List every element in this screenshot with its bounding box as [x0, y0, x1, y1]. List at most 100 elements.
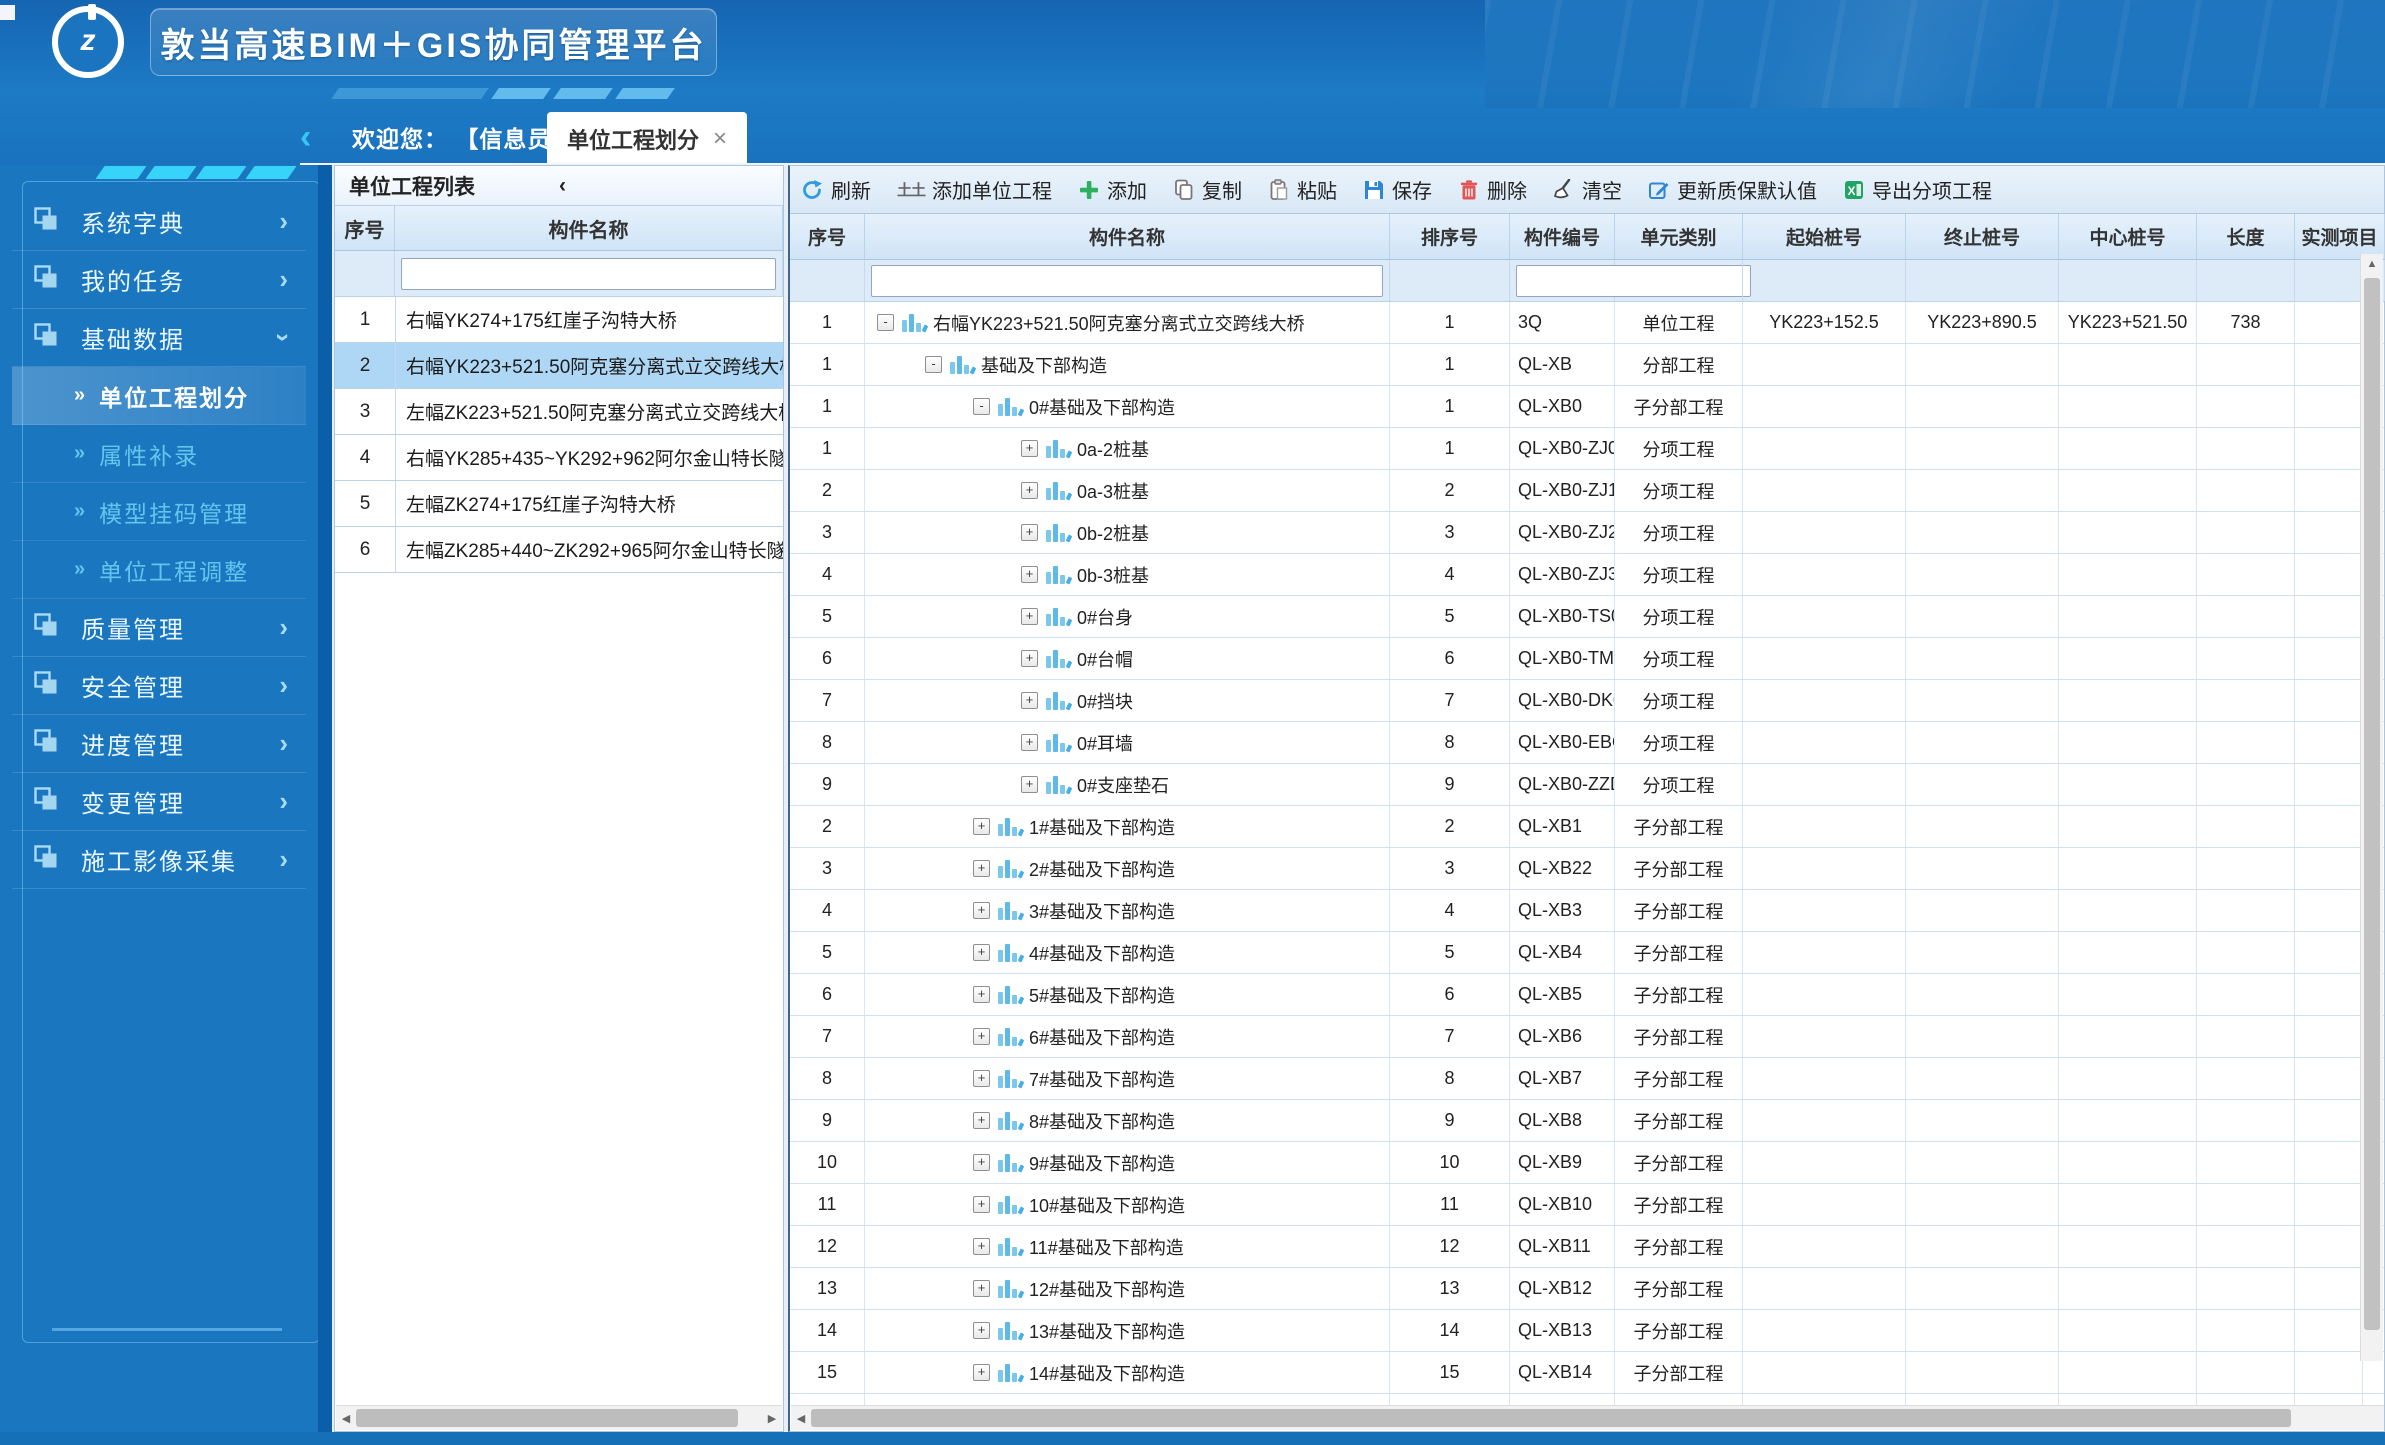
name-filter-input[interactable]	[871, 265, 1383, 297]
table-row[interactable]: 7+0#挡块7QL-XB0-DK0分项工程	[790, 680, 2384, 722]
table-row[interactable]: 11+10#基础及下部构造11QL-XB10子分部工程	[790, 1184, 2384, 1226]
collapse-toggle[interactable]: -	[973, 398, 990, 415]
expand-toggle[interactable]: +	[1021, 566, 1038, 583]
table-row[interactable]: 4+0b-3桩基4QL-XB0-ZJ3分项工程	[790, 554, 2384, 596]
expand-toggle[interactable]: +	[973, 1238, 990, 1255]
table-row[interactable]: 6+0#台帽6QL-XB0-TM0分项工程	[790, 638, 2384, 680]
table-row[interactable]: 13+12#基础及下部构造13QL-XB12子分部工程	[790, 1268, 2384, 1310]
table-row[interactable]: 12+11#基础及下部构造12QL-XB11子分部工程	[790, 1226, 2384, 1268]
clear-button[interactable]: 清空	[1553, 175, 1622, 204]
scroll-left-icon[interactable]: ◀	[791, 1412, 811, 1425]
scroll-left-icon[interactable]: ◀	[336, 1412, 356, 1425]
table-row[interactable]: 3+2#基础及下部构造3QL-XB22子分部工程	[790, 848, 2384, 890]
list-item[interactable]: 1右幅YK274+175红崖子沟特大桥	[335, 297, 783, 343]
list-item[interactable]: 2右幅YK223+521.50阿克塞分离式立交跨线大桥	[335, 343, 783, 389]
expand-toggle[interactable]: +	[973, 1364, 990, 1381]
tree-node-icon	[998, 1028, 1023, 1046]
export-button[interactable]: X导出分项工程	[1843, 175, 1992, 204]
expand-toggle[interactable]: +	[973, 902, 990, 919]
collapse-toggle[interactable]: -	[877, 314, 894, 331]
column-header-5[interactable]: 单元类别	[1615, 214, 1743, 260]
table-row[interactable]: 1-右幅YK223+521.50阿克塞分离式立交跨线大桥13Q单位工程YK223…	[790, 302, 2384, 344]
expand-toggle[interactable]: +	[973, 986, 990, 1003]
list-item[interactable]: 3左幅ZK223+521.50阿克塞分离式立交跨线大桥	[335, 389, 783, 435]
add-button[interactable]: 添加	[1078, 175, 1147, 204]
table-row[interactable]: 1+0a-2桩基1QL-XB0-ZJ0分项工程	[790, 428, 2384, 470]
table-row[interactable]: 15+14#基础及下部构造15QL-XB14子分部工程	[790, 1352, 2384, 1394]
table-row[interactable]: 2+0a-3桩基2QL-XB0-ZJ1分项工程	[790, 470, 2384, 512]
table-row[interactable]: 6+5#基础及下部构造6QL-XB5子分部工程	[790, 974, 2384, 1016]
delete-button[interactable]: 删除	[1458, 175, 1527, 204]
column-header-name[interactable]: 构件名称	[395, 206, 783, 250]
cell-7	[1906, 1016, 2059, 1057]
expand-toggle[interactable]: +	[1021, 692, 1038, 709]
expand-toggle[interactable]: +	[1021, 608, 1038, 625]
list-item[interactable]: 6左幅ZK285+440~ZK292+965阿尔金山特长隧道	[335, 527, 783, 573]
expand-toggle[interactable]: +	[1021, 440, 1038, 457]
collapse-toggle[interactable]: -	[925, 356, 942, 373]
copy-button[interactable]: 复制	[1173, 175, 1242, 204]
table-row[interactable]: 5+4#基础及下部构造5QL-XB4子分部工程	[790, 932, 2384, 974]
table-row[interactable]: 8+7#基础及下部构造8QL-XB7子分部工程	[790, 1058, 2384, 1100]
list-item[interactable]: 4右幅YK285+435~YK292+962阿尔金山特长隧道	[335, 435, 783, 481]
expand-toggle[interactable]: +	[1021, 524, 1038, 541]
scroll-right-icon[interactable]: ▶	[762, 1412, 782, 1425]
column-header-6[interactable]: 起始桩号	[1743, 214, 1906, 260]
cell-7: YK223+890.5	[1906, 302, 2059, 343]
hscroll-thumb[interactable]	[811, 1409, 2291, 1427]
expand-toggle[interactable]: +	[973, 1196, 990, 1213]
expand-toggle[interactable]: +	[973, 1112, 990, 1129]
table-vscrollbar[interactable]: ▲	[2360, 254, 2383, 1361]
add-unit-button[interactable]: 土土添加单位工程	[897, 175, 1052, 204]
table-row[interactable]: 7+6#基础及下部构造7QL-XB6子分部工程	[790, 1016, 2384, 1058]
column-header-2[interactable]: 构件名称	[865, 214, 1390, 260]
expand-toggle[interactable]: +	[973, 818, 990, 835]
table-row[interactable]: 4+3#基础及下部构造4QL-XB3子分部工程	[790, 890, 2384, 932]
save-button[interactable]: 保存	[1363, 175, 1432, 204]
expand-toggle[interactable]: +	[1021, 650, 1038, 667]
vscroll-thumb[interactable]	[2364, 278, 2380, 1330]
table-row[interactable]: 2+1#基础及下部构造2QL-XB1子分部工程	[790, 806, 2384, 848]
update-default-button[interactable]: 更新质保默认值	[1648, 175, 1817, 204]
table-row[interactable]: 10+9#基础及下部构造10QL-XB9子分部工程	[790, 1142, 2384, 1184]
table-row[interactable]: 14+13#基础及下部构造14QL-XB13子分部工程	[790, 1310, 2384, 1352]
panel-collapse-icon[interactable]: ‹	[559, 174, 769, 198]
expand-toggle[interactable]: +	[1021, 734, 1038, 751]
expand-toggle[interactable]: +	[1021, 482, 1038, 499]
expand-toggle[interactable]: +	[1021, 776, 1038, 793]
table-hscrollbar[interactable]: ◀	[791, 1405, 2384, 1430]
table-row[interactable]: 5+0#台身5QL-XB0-TS0分项工程	[790, 596, 2384, 638]
list-item[interactable]: 5左幅ZK274+175红崖子沟特大桥	[335, 481, 783, 527]
expand-toggle[interactable]: +	[973, 1154, 990, 1171]
table-row[interactable]: 9+8#基础及下部构造9QL-XB8子分部工程	[790, 1100, 2384, 1142]
table-row[interactable]: 9+0#支座垫石9QL-XB0-ZZDS0分项工程	[790, 764, 2384, 806]
expand-toggle[interactable]: +	[973, 1028, 990, 1045]
table-row[interactable]: 8+0#耳墙8QL-XB0-EBQ0分项工程	[790, 722, 2384, 764]
expand-toggle[interactable]: +	[973, 1070, 990, 1087]
tab-scroll-left-icon[interactable]: ‹	[300, 120, 311, 154]
column-header-3[interactable]: 排序号	[1390, 214, 1510, 260]
expand-toggle[interactable]: +	[973, 944, 990, 961]
refresh-button[interactable]: 刷新	[800, 175, 871, 204]
scroll-up-icon[interactable]: ▲	[2361, 254, 2383, 274]
expand-toggle[interactable]: +	[973, 1280, 990, 1297]
column-header-4[interactable]: 构件编号	[1510, 214, 1615, 260]
table-row[interactable]: 1-0#基础及下部构造1QL-XB0子分部工程	[790, 386, 2384, 428]
tab-unit-division[interactable]: 单位工程划分 ×	[547, 112, 747, 165]
table-row[interactable]: 1-基础及下部构造1QL-XB分部工程	[790, 344, 2384, 386]
column-header-no[interactable]: 序号	[335, 206, 395, 250]
sidebar-frame	[22, 181, 318, 1343]
table-row[interactable]: 3+0b-2桩基3QL-XB0-ZJ2分项工程	[790, 512, 2384, 554]
tab-close-icon[interactable]: ×	[713, 125, 727, 153]
left-name-filter-input[interactable]	[401, 258, 776, 290]
column-header-8[interactable]: 中心桩号	[2059, 214, 2197, 260]
column-header-9[interactable]: 长度	[2197, 214, 2295, 260]
hscroll-thumb[interactable]	[356, 1409, 738, 1427]
expand-toggle[interactable]: +	[973, 1322, 990, 1339]
cell-7	[1906, 1226, 2059, 1267]
column-header-7[interactable]: 终止桩号	[1906, 214, 2059, 260]
left-panel-hscrollbar[interactable]: ◀ ▶	[336, 1405, 782, 1430]
column-header-1[interactable]: 序号	[790, 214, 865, 260]
paste-button[interactable]: 粘贴	[1268, 175, 1337, 204]
expand-toggle[interactable]: +	[973, 860, 990, 877]
